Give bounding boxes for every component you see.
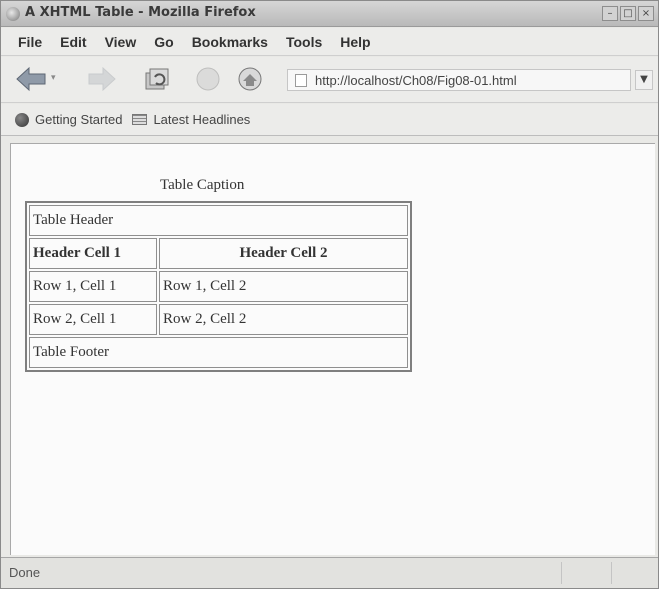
table-cell: Row 1, Cell 2 (159, 271, 408, 302)
table-caption: Table Caption (160, 177, 245, 193)
reload-icon[interactable] (141, 66, 171, 92)
table-footer-cell: Table Footer (29, 337, 408, 368)
page-icon (295, 73, 307, 87)
rss-feed-icon (132, 114, 148, 125)
maximize-icon[interactable]: □ (620, 6, 636, 21)
table-header-cell: Table Header (29, 205, 408, 236)
forward-arrow-icon[interactable] (87, 66, 117, 92)
firefox-icon (6, 7, 20, 21)
stop-icon[interactable] (193, 66, 223, 92)
url-field[interactable]: http://localhost/Ch08/Fig08-01.html (315, 73, 517, 88)
bookmark-label: Latest Headlines (153, 112, 251, 127)
close-icon[interactable]: × (638, 6, 654, 21)
menu-bar: File Edit View Go Bookmarks Tools Help (1, 28, 658, 56)
status-divider (611, 562, 612, 584)
url-dropdown-icon[interactable]: ▼ (635, 70, 653, 90)
minimize-icon[interactable]: – (602, 6, 618, 21)
back-history-dropdown-icon[interactable]: ▾ (51, 73, 57, 83)
title-bar[interactable]: A XHTML Table - Mozilla Firefox – □ × (1, 1, 658, 27)
table-cell: Row 1, Cell 1 (29, 271, 157, 302)
status-bar: Done (1, 557, 658, 588)
demo-table: Table Header Header Cell 1 Header Cell 2… (25, 201, 412, 372)
status-text: Done (9, 565, 41, 580)
address-bar[interactable]: http://localhost/Ch08/Fig08-01.html (287, 69, 631, 91)
table-row: Row 1, Cell 1 Row 1, Cell 2 (29, 271, 408, 302)
navigation-toolbar: ▾ http://localhost/Ch08/Fig08-01.html ▼ (1, 57, 658, 103)
window-title: A XHTML Table - Mozilla Firefox (25, 5, 256, 20)
bookmarks-toolbar: Getting Started Latest Headlines (1, 104, 658, 136)
menu-go[interactable]: Go (145, 32, 182, 52)
column-header: Header Cell 2 (159, 238, 408, 269)
menu-tools[interactable]: Tools (277, 32, 331, 52)
table-cell: Row 2, Cell 1 (29, 304, 157, 335)
bookmark-latest-headlines[interactable]: Latest Headlines (132, 112, 250, 127)
menu-edit[interactable]: Edit (51, 32, 95, 52)
table-cell: Row 2, Cell 2 (159, 304, 408, 335)
menu-view[interactable]: View (96, 32, 146, 52)
table-row: Header Cell 1 Header Cell 2 (29, 238, 408, 269)
page-content: Table Caption Table Header Header Cell 1… (10, 143, 655, 555)
table-row: Table Header (29, 205, 408, 236)
menu-file[interactable]: File (9, 32, 51, 52)
back-arrow-icon[interactable] (15, 66, 47, 92)
bookmark-label: Getting Started (35, 112, 123, 127)
column-header: Header Cell 1 (29, 238, 157, 269)
browser-window: A XHTML Table - Mozilla Firefox – □ × Fi… (0, 0, 659, 589)
table-row: Row 2, Cell 1 Row 2, Cell 2 (29, 304, 408, 335)
status-divider (561, 562, 562, 584)
window-controls: – □ × (602, 6, 654, 21)
getting-started-icon (15, 112, 29, 127)
menu-bookmarks[interactable]: Bookmarks (183, 32, 277, 52)
bookmark-getting-started[interactable]: Getting Started (15, 112, 122, 127)
menu-help[interactable]: Help (331, 32, 379, 52)
table-row: Table Footer (29, 337, 408, 368)
home-icon[interactable] (233, 66, 267, 92)
